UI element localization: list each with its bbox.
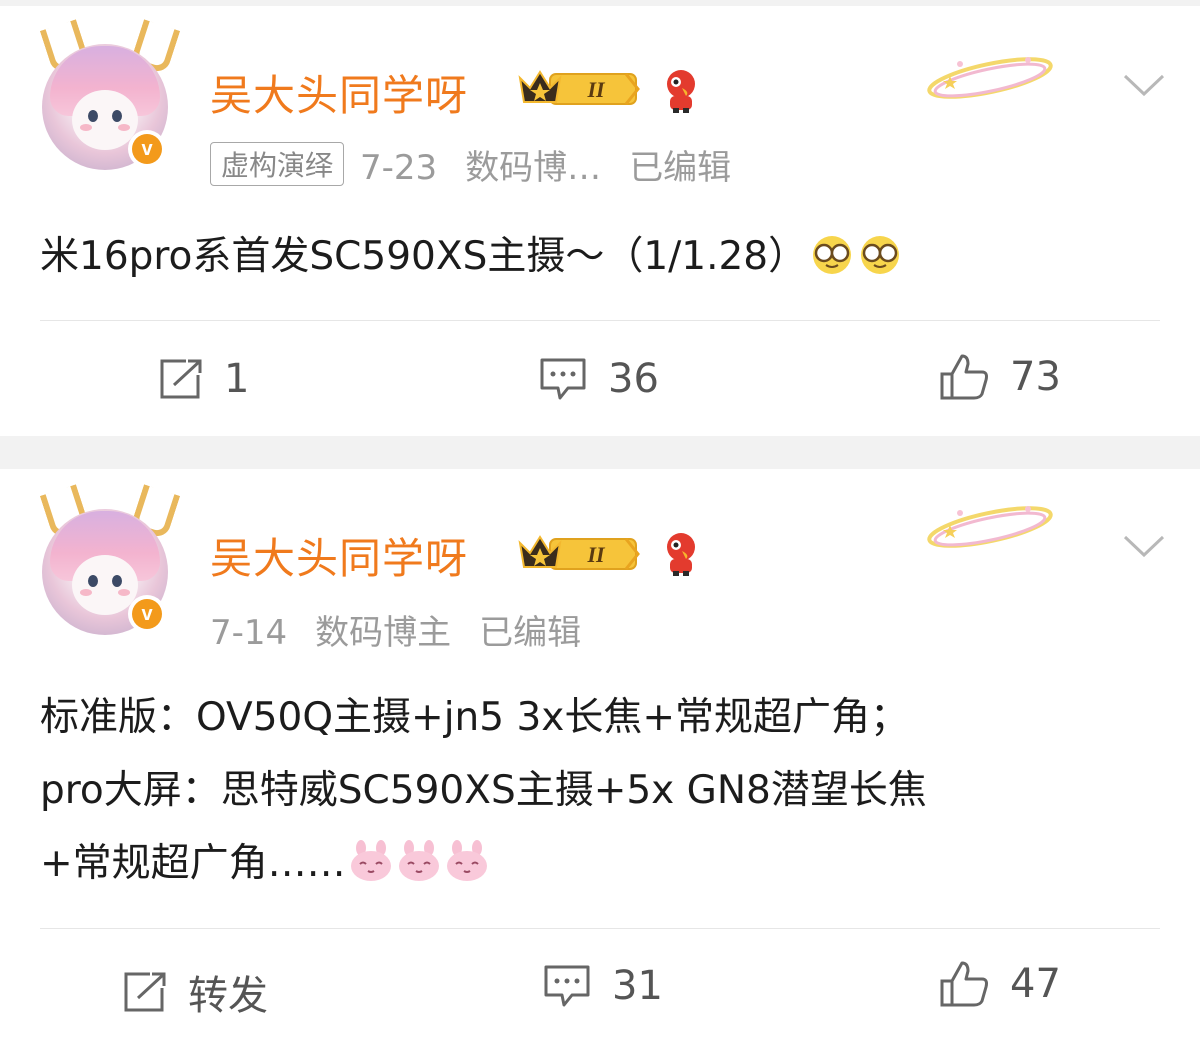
repost-icon	[160, 359, 202, 399]
avatar[interactable]: v	[39, 484, 181, 635]
post-date: 7-23	[360, 148, 438, 188]
author-category: 数码博…	[465, 148, 602, 188]
like-count: 73	[1010, 354, 1061, 400]
comment-icon	[540, 358, 586, 400]
post-text: 米16pro系首发SC590XS主摄～（1/1.28）	[40, 220, 1160, 299]
post-meta: 虚构演绎 7-23 数码博… 已编辑	[210, 140, 731, 189]
post-meta: 7-14 数码博主 已编辑	[210, 605, 581, 654]
bunny-face-icon	[348, 833, 394, 906]
svg-text:II: II	[586, 77, 606, 102]
bunny-face-icon	[444, 833, 490, 906]
post-text-line: 标准版：OV50Q主摄+jn5 3x长焦+常规超广角；	[40, 695, 910, 740]
mascot-icon	[667, 70, 695, 113]
divider	[40, 928, 1160, 929]
svg-text:II: II	[586, 542, 606, 567]
mascot-icon	[667, 533, 695, 576]
verified-badge-icon: v	[128, 130, 166, 168]
repost-icon	[124, 972, 166, 1012]
thumbs-up-icon	[940, 961, 988, 1007]
username[interactable]: 吴大头同学呀	[210, 62, 468, 123]
post-card-1[interactable]: v 吴大头同学呀 II 虚构演绎 7-23 数码博… 已编辑 米16pro系首发SC5…	[0, 6, 1200, 436]
decorative-halo-icon	[927, 506, 1053, 548]
username[interactable]: 吴大头同学呀	[210, 525, 468, 586]
comment-count: 31	[612, 963, 663, 1009]
chevron-down-icon[interactable]	[1122, 72, 1166, 100]
author-category: 数码博主	[315, 613, 452, 653]
verified-badge-icon: v	[128, 595, 166, 633]
post-text-line: pro大屏：思特威SC590XS主摄+5x GN8潜望长焦	[40, 768, 927, 813]
like-count: 47	[1010, 961, 1061, 1007]
glasses-face-icon	[857, 226, 903, 299]
comment-icon	[544, 965, 590, 1007]
like-button[interactable]: 73	[938, 352, 1061, 402]
repost-count: 1	[224, 356, 250, 402]
comment-count: 36	[608, 356, 659, 402]
avatar[interactable]: v	[39, 19, 181, 170]
edited-label[interactable]: 已编辑	[629, 148, 731, 188]
like-button[interactable]: 47	[938, 959, 1061, 1009]
glasses-face-icon	[809, 226, 855, 299]
repost-button[interactable]: 转发	[120, 963, 268, 1021]
decorative-halo-icon	[927, 57, 1053, 99]
thumbs-up-icon	[940, 354, 988, 400]
repost-button[interactable]: 1	[156, 356, 249, 402]
member-crown-icon: II	[518, 535, 640, 570]
member-crown-icon: II	[518, 70, 640, 105]
post-text-line-last: +常规超广角……	[40, 827, 1160, 906]
edited-label[interactable]: 已编辑	[479, 613, 581, 653]
post-text-content: 米16pro系首发SC590XS主摄～（1/1.28）	[40, 234, 808, 279]
bunny-face-icon	[396, 833, 442, 906]
comment-button[interactable]: 36	[538, 356, 659, 402]
repost-label: 转发	[188, 973, 268, 1019]
post-date: 7-14	[210, 613, 288, 653]
chevron-down-icon[interactable]	[1122, 533, 1166, 561]
content-tag: 虚构演绎	[210, 142, 345, 186]
post-card-2[interactable]: v 吴大头同学呀 II 7-14 数码博主 已编辑 标准版：OV50Q主摄+jn5 …	[0, 469, 1200, 1042]
comment-button[interactable]: 31	[542, 963, 663, 1009]
divider	[40, 320, 1160, 321]
post-text: 标准版：OV50Q主摄+jn5 3x长焦+常规超广角； pro大屏：思特威SC5…	[40, 681, 1160, 906]
